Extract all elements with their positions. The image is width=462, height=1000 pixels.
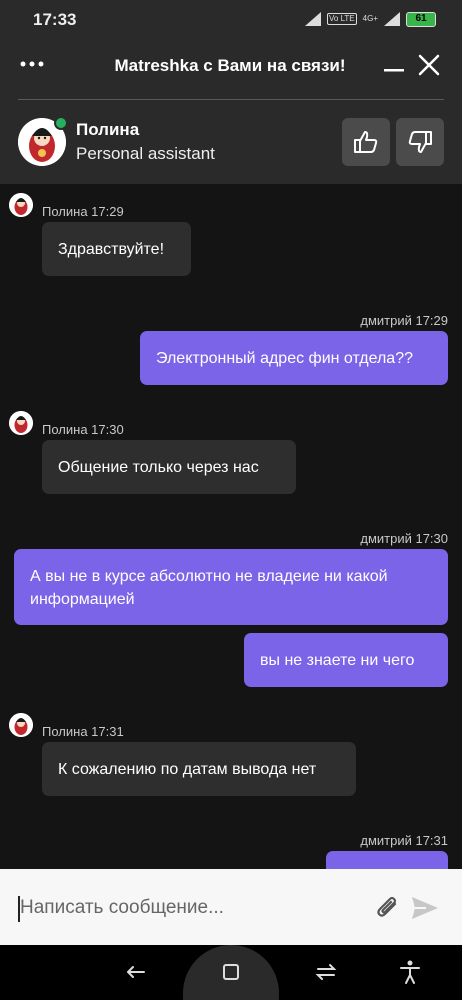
message-meta: Полина 17:31	[42, 724, 124, 739]
recents-icon	[315, 964, 337, 980]
status-bar: 17:33 Vo LTE 4G+ 61	[0, 0, 462, 36]
matryoshka-logo-icon	[9, 193, 33, 217]
agent-role: Personal assistant	[76, 144, 215, 163]
message-input[interactable]	[20, 888, 360, 928]
nav-back-button[interactable]	[122, 958, 150, 986]
home-icon	[223, 964, 239, 980]
header-divider	[18, 99, 444, 100]
send-icon	[412, 897, 438, 919]
volte-icon: Vo LTE	[327, 13, 357, 25]
agent-name: Полина	[76, 120, 140, 139]
minimize-icon	[384, 69, 404, 72]
attach-button[interactable]	[373, 893, 403, 923]
send-button[interactable]	[410, 893, 440, 923]
thumbs-down-icon	[408, 131, 432, 153]
signal-icon	[305, 12, 321, 26]
nav-recents-button[interactable]	[312, 958, 340, 986]
more-dots-icon	[20, 61, 44, 67]
message-meta: дмитрий 17:29	[360, 313, 448, 328]
signal-icon	[384, 12, 400, 26]
agent-message-bubble: К сожалению по датам вывода нет	[42, 742, 356, 796]
message-meta: Полина 17:29	[42, 204, 124, 219]
status-icons: Vo LTE 4G+ 61	[305, 9, 436, 29]
agent-message-avatar	[9, 193, 33, 217]
nav-accessibility-button[interactable]	[396, 958, 424, 986]
message-meta: Полина 17:30	[42, 422, 124, 437]
agent-message-bubble: Общение только через нас	[42, 440, 296, 494]
user-message-bubble	[326, 851, 448, 869]
back-icon	[127, 966, 145, 978]
agent-message-avatar	[9, 411, 33, 435]
close-button[interactable]	[416, 52, 442, 78]
paperclip-icon	[377, 896, 397, 917]
agent-message-avatar	[9, 713, 33, 737]
agent-message-bubble: Здравствуйте!	[42, 222, 191, 276]
dislike-button[interactable]	[396, 118, 444, 166]
matryoshka-logo-icon	[9, 713, 33, 737]
message-meta: дмитрий 17:31	[360, 833, 448, 848]
nav-home-button[interactable]	[217, 958, 245, 986]
battery-icon: 61	[406, 11, 436, 27]
like-button[interactable]	[342, 118, 390, 166]
thumbs-up-icon	[354, 131, 378, 153]
chat-title: Matreshka с Вами на связи!	[114, 56, 346, 75]
status-time: 17:33	[33, 10, 77, 29]
online-status-indicator	[54, 116, 68, 130]
user-message-bubble: А вы не в курсе абсолютно не владеие ни …	[14, 549, 448, 625]
user-message-bubble: вы не знаете ни чего	[244, 633, 448, 687]
close-icon	[418, 54, 440, 76]
more-dots-button[interactable]	[18, 52, 50, 76]
user-message-bubble: Электронный адрес фин отдела??	[140, 331, 448, 385]
network-type: 4G+	[362, 14, 378, 23]
matryoshka-logo-icon	[9, 411, 33, 435]
minimize-button[interactable]	[382, 52, 406, 76]
message-meta: дмитрий 17:30	[360, 531, 448, 546]
accessibility-icon	[400, 960, 420, 984]
